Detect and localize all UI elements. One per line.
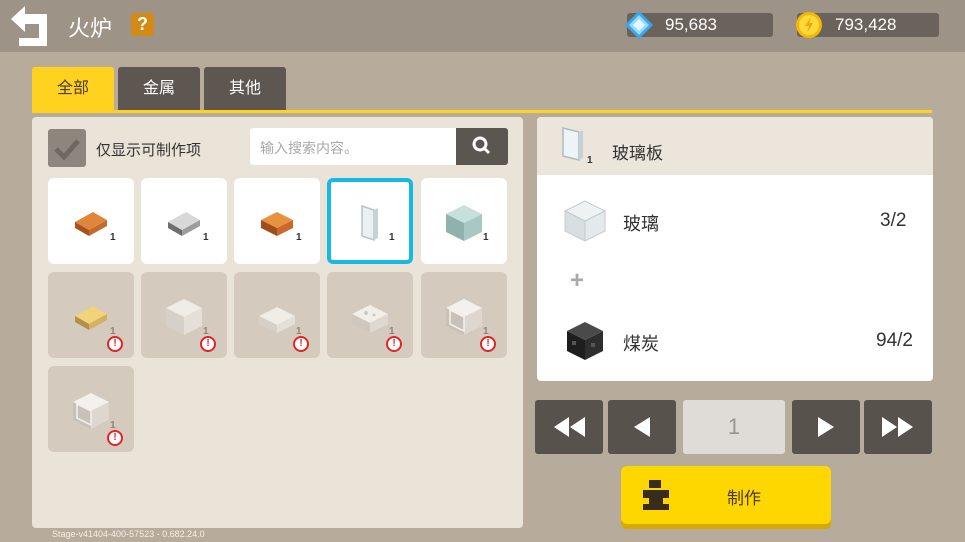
anvil-icon <box>643 480 669 510</box>
warning-icon: ! <box>200 336 216 352</box>
top-bar: 火炉 ? 95,683 793,428 <box>0 0 965 52</box>
ingredient-name: 玻璃 <box>623 214 659 234</box>
quartz-block-icon <box>166 299 202 335</box>
item-slot-gold-ingot[interactable]: 1 ! <box>48 272 134 358</box>
coal-block-icon <box>567 322 603 360</box>
coin-value: 793,428 <box>835 15 897 34</box>
item-slot-stone-slab[interactable]: 1 ! <box>327 272 413 358</box>
prev-page-button[interactable] <box>608 400 676 454</box>
warning-icon: ! <box>293 336 309 352</box>
item-count: 1 <box>389 232 395 243</box>
diamond-counter: 95,683 <box>625 11 773 39</box>
glass-block-icon <box>563 200 607 242</box>
item-slot-glass-block[interactable]: 1 <box>421 178 507 264</box>
ingredient-qty: 94/2 <box>876 330 913 351</box>
right-arrow-icon <box>818 417 834 437</box>
item-list-panel: 仅显示可制作项 1 1 1 <box>32 117 523 528</box>
item-slot-iron-ingot[interactable]: 1 <box>141 178 227 264</box>
white-block-icon <box>73 393 109 429</box>
diamond-icon <box>625 11 653 39</box>
warning-icon: ! <box>107 336 123 352</box>
craftable-only-checkbox[interactable] <box>48 129 86 167</box>
left-arrow-icon <box>634 417 650 437</box>
item-count: 1 <box>110 232 116 243</box>
warning-icon: ! <box>107 430 123 446</box>
ingredient-qty: 3/2 <box>880 210 907 231</box>
brick-icon <box>261 212 293 236</box>
page-number: 1 <box>683 400 785 454</box>
item-slot-quartz-slab[interactable]: 1 ! <box>234 272 320 358</box>
warning-icon: ! <box>480 336 496 352</box>
diamond-value: 95,683 <box>665 15 717 34</box>
tab-all[interactable]: 全部 <box>32 67 114 111</box>
recipe-title-count: 1 <box>587 155 593 166</box>
glass-block-icon <box>446 205 482 241</box>
page-title: 火炉 <box>68 16 113 41</box>
checkmark-icon <box>54 139 80 161</box>
craft-button[interactable]: 制作 <box>621 466 831 524</box>
last-page-button[interactable] <box>864 400 932 454</box>
glass-pane-icon <box>361 204 378 242</box>
version-label: Stage-v41404-400-57523 - 0.682.24.0 <box>52 529 205 539</box>
item-slot-copper-ingot[interactable]: 1 <box>48 178 134 264</box>
item-slot-glass-pane[interactable]: 1 <box>327 178 413 264</box>
search-icon <box>472 136 491 155</box>
first-page-button[interactable] <box>535 400 603 454</box>
recipe-panel: 1 玻璃板 玻璃 3/2 + 煤炭 94/2 <box>537 117 933 381</box>
iron-ingot-icon <box>168 212 200 236</box>
stone-slab-icon <box>352 305 388 333</box>
tab-other[interactable]: 其他 <box>204 67 286 111</box>
search-box <box>250 128 458 167</box>
coin-icon <box>796 12 822 38</box>
item-count: 1 <box>483 232 489 243</box>
search-input[interactable] <box>258 128 458 167</box>
coin-counter: 793,428 <box>796 12 939 38</box>
double-left-arrow-icon <box>554 417 585 437</box>
item-count: 1 <box>296 232 302 243</box>
back-arrow-icon[interactable] <box>5 4 53 48</box>
craftable-only-label: 仅显示可制作项 <box>96 142 202 159</box>
plus-icon: + <box>570 267 585 294</box>
recipe-title: 玻璃板 <box>612 144 663 163</box>
copper-ingot-icon <box>75 212 107 236</box>
double-right-arrow-icon <box>882 417 913 437</box>
item-slot-white-block[interactable]: 1 ! <box>48 366 134 452</box>
smooth-stone-icon <box>446 299 482 335</box>
gold-ingot-icon <box>75 306 107 330</box>
tab-underline <box>32 110 932 113</box>
item-count: 1 <box>203 232 209 243</box>
help-button[interactable]: ? <box>131 13 154 36</box>
item-slot-brick[interactable]: 1 <box>234 178 320 264</box>
item-slot-smooth-stone[interactable]: 1 ! <box>421 272 507 358</box>
item-slot-quartz-block[interactable]: 1 ! <box>141 272 227 358</box>
quartz-slab-icon <box>259 307 295 333</box>
craft-button-label: 制作 <box>727 489 761 508</box>
ingredient-name: 煤炭 <box>623 334 659 354</box>
warning-icon: ! <box>386 336 402 352</box>
next-page-button[interactable] <box>792 400 860 454</box>
recipe-header: 1 玻璃板 <box>537 117 933 175</box>
search-button[interactable] <box>456 128 508 165</box>
tab-metal[interactable]: 金属 <box>118 67 200 111</box>
